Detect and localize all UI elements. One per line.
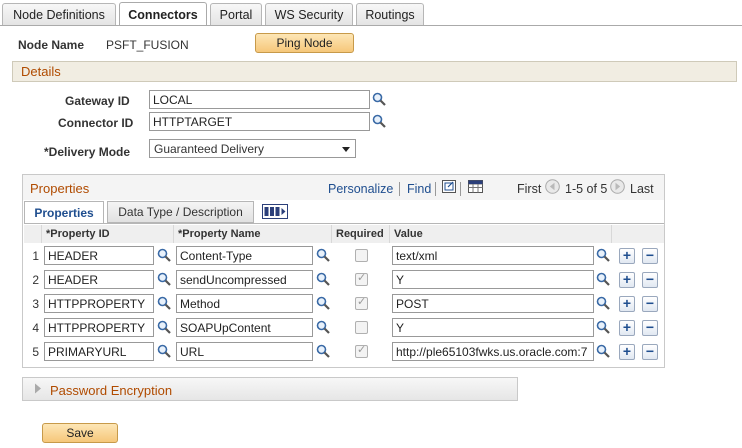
expand-arrow-icon[interactable] — [34, 383, 42, 394]
required-checkbox[interactable] — [355, 271, 368, 286]
col-header-property-name: *Property Name — [174, 225, 332, 243]
col-header-required: Required — [332, 225, 390, 243]
find-link[interactable]: Find — [407, 182, 431, 196]
value-input[interactable]: Y — [392, 270, 594, 289]
col-header-rownum — [24, 225, 42, 243]
col-header-actions — [612, 225, 664, 243]
add-row-button[interactable]: + — [619, 320, 635, 336]
property-id-input[interactable]: HTTPPROPERTY — [44, 318, 154, 337]
property-name-input[interactable]: URL — [176, 342, 313, 361]
delete-row-button[interactable]: − — [642, 248, 658, 264]
value-lookup-icon[interactable] — [596, 320, 610, 334]
separator — [460, 182, 461, 196]
tab-connectors[interactable]: Connectors — [119, 2, 207, 26]
property-name-lookup-icon[interactable] — [316, 320, 330, 334]
delete-row-button[interactable]: − — [642, 296, 658, 312]
tab-divider — [0, 25, 742, 26]
property-id-lookup-icon[interactable] — [157, 320, 171, 334]
value-lookup-icon[interactable] — [596, 272, 610, 286]
delivery-mode-value: Guaranteed Delivery — [154, 142, 265, 156]
value-lookup-icon[interactable] — [596, 248, 610, 262]
gateway-lookup-icon[interactable] — [372, 92, 386, 106]
delete-row-button[interactable]: − — [642, 320, 658, 336]
chevron-down-icon — [342, 147, 350, 152]
row-number: 2 — [32, 273, 39, 287]
subtab-properties[interactable]: Properties — [24, 201, 104, 224]
connector-lookup-icon[interactable] — [372, 114, 386, 128]
property-id-lookup-icon[interactable] — [157, 272, 171, 286]
property-name-input[interactable]: Method — [176, 294, 313, 313]
details-title: Details — [21, 64, 61, 79]
add-row-button[interactable]: + — [619, 248, 635, 264]
personalize-link[interactable]: Personalize — [328, 182, 393, 196]
property-id-input[interactable]: HEADER — [44, 270, 154, 289]
property-name-input[interactable]: Content-Type — [176, 246, 313, 265]
value-lookup-icon[interactable] — [596, 296, 610, 310]
value-input[interactable]: text/xml — [392, 246, 594, 265]
properties-title: Properties — [30, 181, 90, 196]
show-all-columns-icon[interactable] — [262, 204, 288, 219]
required-checkbox[interactable] — [355, 295, 368, 310]
property-name-input[interactable]: sendUncompressed — [176, 270, 313, 289]
property-id-lookup-icon[interactable] — [157, 296, 171, 310]
tab-ws-security[interactable]: WS Security — [265, 3, 353, 25]
previous-arrow-icon[interactable] — [545, 179, 560, 194]
view-all-icon[interactable] — [442, 180, 456, 193]
gateway-id-label: Gateway ID — [65, 94, 130, 108]
property-id-input[interactable]: HEADER — [44, 246, 154, 265]
property-id-lookup-icon[interactable] — [157, 248, 171, 262]
property-name-lookup-icon[interactable] — [316, 248, 330, 262]
subtab-data-type-description[interactable]: Data Type / Description — [107, 201, 254, 223]
required-checkbox[interactable] — [355, 321, 368, 334]
row-number: 1 — [32, 249, 39, 263]
property-id-lookup-icon[interactable] — [157, 344, 171, 358]
last-label: Last — [630, 182, 654, 196]
row-number: 5 — [32, 345, 39, 359]
property-name-lookup-icon[interactable] — [316, 296, 330, 310]
property-name-lookup-icon[interactable] — [316, 344, 330, 358]
delete-row-button[interactable]: − — [642, 272, 658, 288]
delete-row-button[interactable]: − — [642, 344, 658, 360]
tab-portal[interactable]: Portal — [210, 3, 262, 25]
separator — [435, 182, 436, 196]
row-range: 1-5 of 5 — [565, 182, 608, 196]
tab-node-definitions[interactable]: Node Definitions — [2, 3, 116, 25]
ping-node-button[interactable]: Ping Node — [255, 33, 354, 53]
subtab-divider — [24, 223, 664, 224]
node-name-label: Node Name — [18, 38, 85, 52]
next-arrow-icon[interactable] — [610, 179, 625, 194]
connector-id-label: Connector ID — [58, 116, 134, 130]
delivery-mode-label: *Delivery Mode — [44, 145, 131, 159]
property-id-input[interactable]: HTTPPROPERTY — [44, 294, 154, 313]
add-row-button[interactable]: + — [619, 344, 635, 360]
tab-routings[interactable]: Routings — [356, 3, 424, 25]
details-header: Details — [12, 61, 737, 82]
value-lookup-icon[interactable] — [596, 344, 610, 358]
password-encryption-label[interactable]: Password Encryption — [50, 383, 172, 398]
add-row-button[interactable]: + — [619, 296, 635, 312]
property-name-input[interactable]: SOAPUpContent — [176, 318, 313, 337]
col-header-property-id: *Property ID — [42, 225, 174, 243]
value-input[interactable]: Y — [392, 318, 594, 337]
row-number: 3 — [32, 297, 39, 311]
property-name-lookup-icon[interactable] — [316, 272, 330, 286]
save-button[interactable]: Save — [42, 423, 118, 443]
row-number: 4 — [32, 321, 39, 335]
required-checkbox[interactable] — [355, 249, 368, 262]
delivery-mode-select[interactable]: Guaranteed Delivery — [149, 139, 356, 158]
property-id-input[interactable]: PRIMARYURL — [44, 342, 154, 361]
col-header-value: Value — [390, 225, 612, 243]
value-input[interactable]: POST — [392, 294, 594, 313]
first-label: First — [517, 182, 542, 196]
node-name-value: PSFT_FUSION — [106, 38, 189, 52]
add-row-button[interactable]: + — [619, 272, 635, 288]
connector-id-input[interactable]: HTTPTARGET — [149, 112, 370, 131]
download-spreadsheet-icon[interactable] — [468, 180, 483, 193]
required-checkbox[interactable] — [355, 343, 368, 358]
value-input[interactable]: http://ple65103fwks.us.oracle.com:7 — [392, 342, 594, 361]
separator — [399, 182, 400, 196]
gateway-id-input[interactable]: LOCAL — [149, 90, 370, 109]
